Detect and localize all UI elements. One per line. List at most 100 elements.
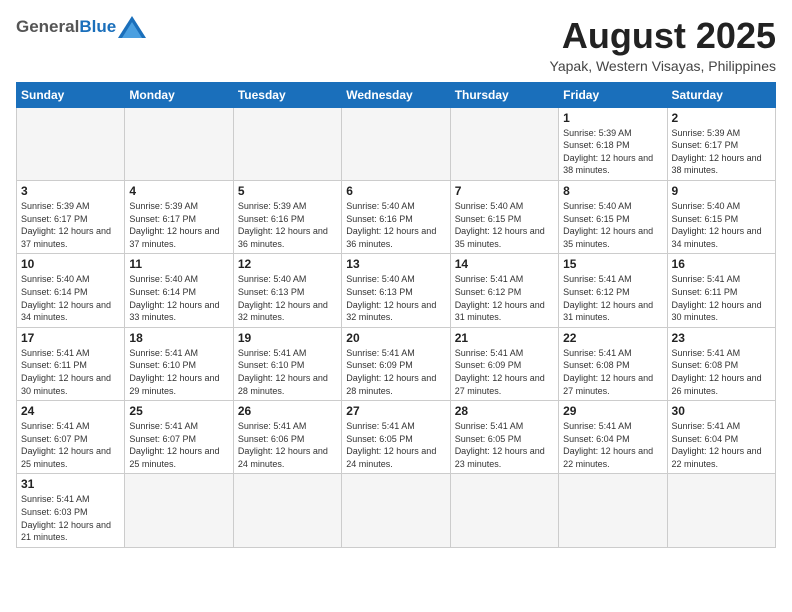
- calendar-day-cell: [667, 474, 775, 547]
- title-area: August 2025 Yapak, Western Visayas, Phil…: [550, 16, 776, 74]
- calendar-day-cell: 26 Sunrise: 5:41 AM Sunset: 6:06 PM Dayli…: [233, 401, 341, 474]
- day-info: Sunrise: 5:41 AM Sunset: 6:11 PM Dayligh…: [672, 273, 771, 323]
- calendar-day-cell: 3 Sunrise: 5:39 AM Sunset: 6:17 PM Daylig…: [17, 180, 125, 253]
- day-info: Sunrise: 5:40 AM Sunset: 6:14 PM Dayligh…: [21, 273, 120, 323]
- calendar-day-cell: 31 Sunrise: 5:41 AM Sunset: 6:03 PM Dayli…: [17, 474, 125, 547]
- calendar-day-cell: 21 Sunrise: 5:41 AM Sunset: 6:09 PM Dayli…: [450, 327, 558, 400]
- weekday-header-wednesday: Wednesday: [342, 82, 450, 107]
- calendar-day-cell: [233, 107, 341, 180]
- day-info: Sunrise: 5:40 AM Sunset: 6:13 PM Dayligh…: [238, 273, 337, 323]
- day-info: Sunrise: 5:41 AM Sunset: 6:04 PM Dayligh…: [563, 420, 662, 470]
- day-number: 2: [672, 111, 771, 125]
- day-info: Sunrise: 5:41 AM Sunset: 6:09 PM Dayligh…: [455, 347, 554, 397]
- calendar-day-cell: 30 Sunrise: 5:41 AM Sunset: 6:04 PM Dayli…: [667, 401, 775, 474]
- day-number: 30: [672, 404, 771, 418]
- day-number: 10: [21, 257, 120, 271]
- day-info: Sunrise: 5:40 AM Sunset: 6:16 PM Dayligh…: [346, 200, 445, 250]
- day-number: 27: [346, 404, 445, 418]
- calendar-day-cell: 8Sunrise: 5:40 AM Sunset: 6:15 PM Daylig…: [559, 180, 667, 253]
- calendar-day-cell: 10 Sunrise: 5:40 AM Sunset: 6:14 PM Dayli…: [17, 254, 125, 327]
- day-number: 26: [238, 404, 337, 418]
- day-info: Sunrise: 5:41 AM Sunset: 6:12 PM Dayligh…: [563, 273, 662, 323]
- calendar-day-cell: 7 Sunrise: 5:40 AM Sunset: 6:15 PM Daylig…: [450, 180, 558, 253]
- day-info: Sunrise: 5:41 AM Sunset: 6:07 PM Dayligh…: [129, 420, 228, 470]
- day-number: 4: [129, 184, 228, 198]
- calendar-day-cell: 22 Sunrise: 5:41 AM Sunset: 6:08 PM Dayli…: [559, 327, 667, 400]
- day-info: Sunrise: 5:39 AM Sunset: 6:17 PM Dayligh…: [21, 200, 120, 250]
- calendar-day-cell: 19 Sunrise: 5:41 AM Sunset: 6:10 PM Dayli…: [233, 327, 341, 400]
- day-number: 15: [563, 257, 662, 271]
- day-info: Sunrise: 5:41 AM Sunset: 6:05 PM Dayligh…: [455, 420, 554, 470]
- day-info: Sunrise: 5:41 AM Sunset: 6:08 PM Dayligh…: [672, 347, 771, 397]
- calendar-day-cell: 24Sunrise: 5:41 AM Sunset: 6:07 PM Dayli…: [17, 401, 125, 474]
- calendar-day-cell: 20Sunrise: 5:41 AM Sunset: 6:09 PM Dayli…: [342, 327, 450, 400]
- calendar-week-row: 17 Sunrise: 5:41 AM Sunset: 6:11 PM Dayli…: [17, 327, 776, 400]
- day-info: Sunrise: 5:40 AM Sunset: 6:15 PM Dayligh…: [672, 200, 771, 250]
- day-info: Sunrise: 5:39 AM Sunset: 6:16 PM Dayligh…: [238, 200, 337, 250]
- day-number: 19: [238, 331, 337, 345]
- page-header: General Blue August 2025 Yapak, Western …: [16, 16, 776, 74]
- calendar-day-cell: 14Sunrise: 5:41 AM Sunset: 6:12 PM Dayli…: [450, 254, 558, 327]
- day-info: Sunrise: 5:41 AM Sunset: 6:04 PM Dayligh…: [672, 420, 771, 470]
- calendar-day-cell: [233, 474, 341, 547]
- weekday-header-sunday: Sunday: [17, 82, 125, 107]
- calendar-day-cell: 28Sunrise: 5:41 AM Sunset: 6:05 PM Dayli…: [450, 401, 558, 474]
- calendar-day-cell: 5Sunrise: 5:39 AM Sunset: 6:16 PM Daylig…: [233, 180, 341, 253]
- calendar-week-row: 1Sunrise: 5:39 AM Sunset: 6:18 PM Daylig…: [17, 107, 776, 180]
- calendar-day-cell: [450, 474, 558, 547]
- weekday-header-friday: Friday: [559, 82, 667, 107]
- calendar-day-cell: 16 Sunrise: 5:41 AM Sunset: 6:11 PM Dayli…: [667, 254, 775, 327]
- calendar-day-cell: 13 Sunrise: 5:40 AM Sunset: 6:13 PM Dayli…: [342, 254, 450, 327]
- day-number: 18: [129, 331, 228, 345]
- day-number: 11: [129, 257, 228, 271]
- weekday-header-tuesday: Tuesday: [233, 82, 341, 107]
- day-info: Sunrise: 5:41 AM Sunset: 6:09 PM Dayligh…: [346, 347, 445, 397]
- day-number: 3: [21, 184, 120, 198]
- day-number: 13: [346, 257, 445, 271]
- calendar-day-cell: 29 Sunrise: 5:41 AM Sunset: 6:04 PM Dayli…: [559, 401, 667, 474]
- calendar-day-cell: 25Sunrise: 5:41 AM Sunset: 6:07 PM Dayli…: [125, 401, 233, 474]
- day-number: 17: [21, 331, 120, 345]
- calendar-day-cell: [125, 107, 233, 180]
- day-info: Sunrise: 5:41 AM Sunset: 6:11 PM Dayligh…: [21, 347, 120, 397]
- day-info: Sunrise: 5:40 AM Sunset: 6:13 PM Dayligh…: [346, 273, 445, 323]
- day-info: Sunrise: 5:39 AM Sunset: 6:18 PM Dayligh…: [563, 127, 662, 177]
- day-number: 31: [21, 477, 120, 491]
- calendar-day-cell: [125, 474, 233, 547]
- calendar-day-cell: [342, 107, 450, 180]
- day-number: 29: [563, 404, 662, 418]
- month-title: August 2025: [550, 16, 776, 56]
- calendar-day-cell: 27 Sunrise: 5:41 AM Sunset: 6:05 PM Dayli…: [342, 401, 450, 474]
- day-info: Sunrise: 5:40 AM Sunset: 6:15 PM Dayligh…: [455, 200, 554, 250]
- calendar-week-row: 3 Sunrise: 5:39 AM Sunset: 6:17 PM Daylig…: [17, 180, 776, 253]
- calendar-day-cell: 9 Sunrise: 5:40 AM Sunset: 6:15 PM Daylig…: [667, 180, 775, 253]
- day-number: 9: [672, 184, 771, 198]
- day-number: 23: [672, 331, 771, 345]
- calendar-day-cell: 23 Sunrise: 5:41 AM Sunset: 6:08 PM Dayli…: [667, 327, 775, 400]
- day-number: 16: [672, 257, 771, 271]
- logo: General Blue: [16, 16, 146, 38]
- day-number: 21: [455, 331, 554, 345]
- day-number: 7: [455, 184, 554, 198]
- day-info: Sunrise: 5:41 AM Sunset: 6:12 PM Dayligh…: [455, 273, 554, 323]
- calendar-day-cell: [17, 107, 125, 180]
- day-info: Sunrise: 5:41 AM Sunset: 6:10 PM Dayligh…: [238, 347, 337, 397]
- calendar-day-cell: [450, 107, 558, 180]
- day-info: Sunrise: 5:41 AM Sunset: 6:06 PM Dayligh…: [238, 420, 337, 470]
- day-info: Sunrise: 5:41 AM Sunset: 6:03 PM Dayligh…: [21, 493, 120, 543]
- day-number: 24: [21, 404, 120, 418]
- calendar-day-cell: 18Sunrise: 5:41 AM Sunset: 6:10 PM Dayli…: [125, 327, 233, 400]
- calendar-day-cell: 15 Sunrise: 5:41 AM Sunset: 6:12 PM Dayli…: [559, 254, 667, 327]
- day-info: Sunrise: 5:41 AM Sunset: 6:05 PM Dayligh…: [346, 420, 445, 470]
- day-number: 12: [238, 257, 337, 271]
- day-info: Sunrise: 5:41 AM Sunset: 6:08 PM Dayligh…: [563, 347, 662, 397]
- calendar-day-cell: [342, 474, 450, 547]
- day-number: 22: [563, 331, 662, 345]
- calendar-day-cell: 4Sunrise: 5:39 AM Sunset: 6:17 PM Daylig…: [125, 180, 233, 253]
- calendar-table: SundayMondayTuesdayWednesdayThursdayFrid…: [16, 82, 776, 548]
- logo-general-text: General: [16, 17, 79, 37]
- day-info: Sunrise: 5:40 AM Sunset: 6:15 PM Dayligh…: [563, 200, 662, 250]
- weekday-header-saturday: Saturday: [667, 82, 775, 107]
- calendar-day-cell: 6Sunrise: 5:40 AM Sunset: 6:16 PM Daylig…: [342, 180, 450, 253]
- weekday-header-row: SundayMondayTuesdayWednesdayThursdayFrid…: [17, 82, 776, 107]
